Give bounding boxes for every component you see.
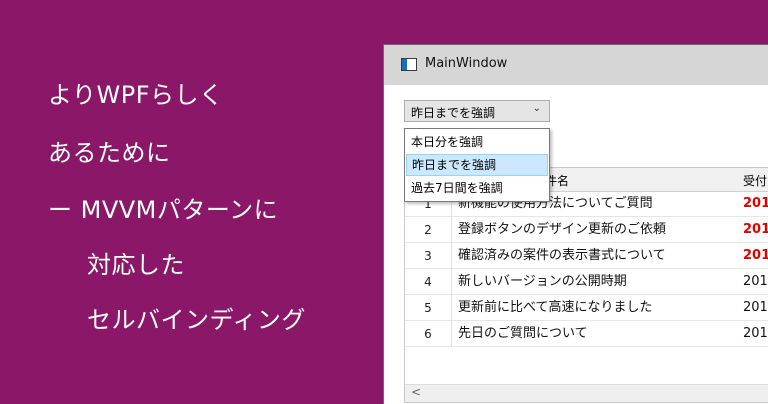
dropdown-item-past-7-days[interactable]: 過去7日間を強調: [406, 177, 548, 199]
window-client-area: 昨日までを強調 ⌄ 件名 受付 1 新機能の使用方法についてご質問 2017 2…: [384, 85, 768, 404]
main-window: MainWindow 昨日までを強調 ⌄ 件名 受付 1 新機能の使用方法につい…: [383, 44, 768, 404]
headline-line-4: 対応した: [87, 251, 185, 279]
combobox-dropdown-list: 本日分を強調 昨日までを強調 過去7日間を強調: [404, 128, 550, 202]
dropdown-item-today[interactable]: 本日分を強調: [406, 131, 548, 153]
cell-subject: 新しいバージョンの公開時期: [458, 274, 627, 289]
cell-date: 2017: [743, 300, 768, 315]
cell-subject: 登録ボタンのデザイン更新のご依頼: [458, 222, 667, 237]
headline-line-5: セルバインディング: [87, 306, 306, 334]
highlight-mode-combobox[interactable]: 昨日までを強調 ⌄: [404, 100, 550, 122]
table-row[interactable]: 2 登録ボタンのデザイン更新のご依頼 2017: [405, 217, 768, 243]
cell-date: 2017: [743, 326, 768, 341]
row-number: 5: [405, 295, 452, 321]
window-app-icon: [401, 58, 417, 71]
cell-date: 2017: [743, 196, 768, 211]
table-row[interactable]: 4 新しいバージョンの公開時期 2017: [405, 269, 768, 295]
headline-line-1: よりWPFらしく: [48, 81, 224, 109]
scroll-left-arrow-icon[interactable]: <: [411, 385, 421, 399]
row-number: 2: [405, 217, 452, 243]
headline-line-2: あるために: [48, 139, 171, 167]
cell-subject: 更新前に比べて高速になりました: [458, 300, 653, 315]
table-row[interactable]: 5 更新前に比べて高速になりました 2017: [405, 295, 768, 321]
headline-line-3: ー MVVMパターンに: [48, 196, 279, 224]
row-number: 3: [405, 243, 452, 269]
window-title: MainWindow: [425, 56, 508, 71]
cell-date: 2017: [743, 248, 768, 263]
row-number: 4: [405, 269, 452, 295]
horizontal-scrollbar[interactable]: <: [405, 384, 768, 402]
cell-subject: 確認済みの案件の表示書式について: [458, 248, 666, 263]
table-row[interactable]: 3 確認済みの案件の表示書式について 2017: [405, 243, 768, 269]
title-bar[interactable]: MainWindow: [384, 45, 768, 85]
dropdown-item-until-yesterday[interactable]: 昨日までを強調: [406, 154, 548, 176]
cell-date: 2017: [743, 274, 768, 289]
cell-date: 2017: [743, 222, 768, 237]
data-grid[interactable]: 件名 受付 1 新機能の使用方法についてご質問 2017 2 登録ボタンのデザイ…: [404, 167, 768, 403]
cell-subject: 先日のご質問について: [458, 326, 588, 341]
chevron-down-icon: ⌄: [532, 103, 541, 114]
column-header-date[interactable]: 受付: [743, 172, 767, 189]
combobox-value: 昨日までを強調: [411, 106, 496, 120]
row-number: 6: [405, 321, 452, 347]
table-row[interactable]: 6 先日のご質問について 2017: [405, 321, 768, 347]
